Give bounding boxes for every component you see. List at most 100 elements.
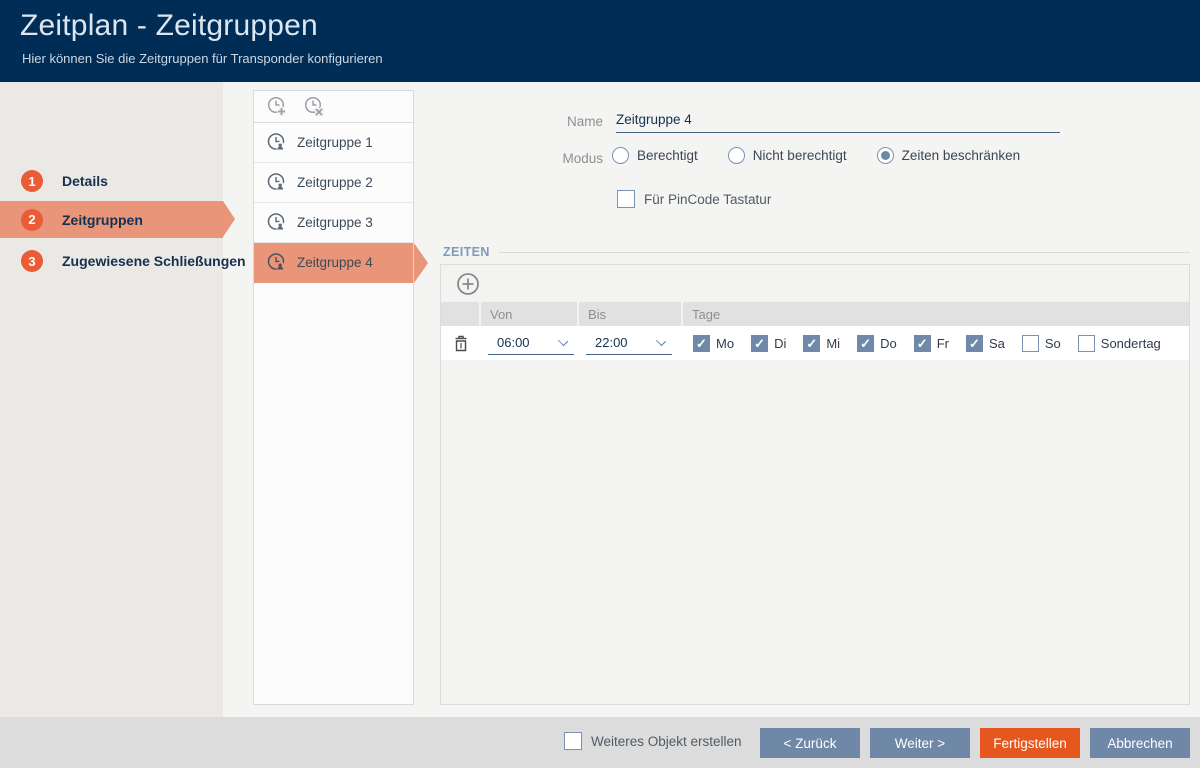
- name-field-label: Name: [500, 114, 603, 129]
- clock-user-icon: [266, 252, 287, 273]
- create-another-checkbox[interactable]: Weiteres Objekt erstellen: [564, 732, 742, 750]
- list-item-label: Zeitgruppe 1: [297, 135, 373, 150]
- step-number-badge: 2: [21, 209, 43, 231]
- list-item-zeitgruppe-1[interactable]: Zeitgruppe 1: [254, 123, 413, 163]
- list-item-zeitgruppe-2[interactable]: Zeitgruppe 2: [254, 163, 413, 203]
- footer-bar: Weiteres Objekt erstellen < Zurück Weite…: [0, 717, 1200, 768]
- checkbox-box: [617, 190, 635, 208]
- day-label: So: [1045, 336, 1061, 351]
- radio-label: Zeiten beschränken: [902, 148, 1021, 163]
- modus-field-label: Modus: [500, 151, 603, 166]
- checkbox-box: [914, 335, 931, 352]
- day-checkbox-mo[interactable]: Mo: [693, 335, 734, 352]
- page-subtitle: Hier können Sie die Zeitgruppen für Tran…: [22, 51, 383, 66]
- radio-circle: [612, 147, 629, 164]
- plus-circle-icon: [456, 272, 480, 296]
- next-button[interactable]: Weiter >: [870, 728, 970, 758]
- section-divider: [499, 252, 1190, 253]
- pincode-checkbox[interactable]: Für PinCode Tastatur: [617, 190, 771, 208]
- step-label: Zugewiesene Schließungen: [62, 253, 246, 269]
- name-input[interactable]: Zeitgruppe 4: [616, 109, 1060, 133]
- clock-x-icon: [303, 95, 326, 118]
- checkbox-box: [564, 732, 582, 750]
- step-label: Zeitgruppen: [62, 212, 143, 228]
- day-checkbox-sondertag[interactable]: Sondertag: [1078, 335, 1161, 352]
- cancel-button[interactable]: Abbrechen: [1090, 728, 1190, 758]
- add-timegroup-button[interactable]: [265, 95, 289, 119]
- day-checkbox-fr[interactable]: Fr: [914, 335, 949, 352]
- clock-plus-icon: [266, 95, 289, 118]
- zeiten-toolbar: [441, 265, 1189, 302]
- table-header-row: Von Bis Tage: [441, 302, 1189, 326]
- wizard-step-details[interactable]: 1 Details: [0, 166, 223, 196]
- delete-time-row-button[interactable]: [453, 334, 469, 353]
- day-checkbox-so[interactable]: So: [1022, 335, 1061, 352]
- bis-time-value: 22:00: [595, 335, 628, 350]
- timegroup-list-panel: Zeitgruppe 1 Zeitgruppe 2 Zeitgruppe 3: [253, 90, 414, 705]
- bis-time-dropdown[interactable]: 22:00: [586, 331, 672, 355]
- column-header-bis: Bis: [579, 302, 683, 326]
- step-number-badge: 3: [21, 250, 43, 272]
- trash-icon: [453, 334, 469, 353]
- radio-circle: [728, 147, 745, 164]
- von-time-value: 06:00: [497, 335, 530, 350]
- column-header-von: Von: [481, 302, 579, 326]
- zeiten-section-title: ZEITEN: [443, 245, 490, 259]
- chevron-down-icon: [558, 336, 568, 346]
- list-item-zeitgruppe-3[interactable]: Zeitgruppe 3: [254, 203, 413, 243]
- von-time-dropdown[interactable]: 06:00: [488, 331, 574, 355]
- checkbox-box: [693, 335, 710, 352]
- add-time-row-button[interactable]: [455, 271, 481, 297]
- step-label: Details: [62, 173, 108, 189]
- wizard-step-zeitgruppen[interactable]: 2 Zeitgruppen: [0, 201, 223, 238]
- back-button[interactable]: < Zurück: [760, 728, 860, 758]
- day-label: Do: [880, 336, 897, 351]
- radio-berechtigt[interactable]: Berechtigt: [612, 147, 698, 164]
- list-item-label: Zeitgruppe 3: [297, 215, 373, 230]
- day-checkbox-di[interactable]: Di: [751, 335, 786, 352]
- radio-circle: [877, 147, 894, 164]
- day-label: Mi: [826, 336, 840, 351]
- delete-timegroup-button[interactable]: [302, 95, 326, 119]
- checkbox-box: [1078, 335, 1095, 352]
- page-title: Zeitplan - Zeitgruppen: [20, 9, 318, 43]
- clock-user-icon: [266, 172, 287, 193]
- radio-label: Berechtigt: [637, 148, 698, 163]
- checkbox-box: [751, 335, 768, 352]
- day-checkbox-group: Mo Di Mi Do Fr Sa: [683, 335, 1189, 352]
- radio-label: Nicht berechtigt: [753, 148, 847, 163]
- day-checkbox-do[interactable]: Do: [857, 335, 897, 352]
- wizard-sidebar: 1 Details 2 Zeitgruppen 3 Zugewiesene Sc…: [0, 82, 223, 717]
- table-row: 06:00 22:00 Mo Di Mi: [441, 326, 1189, 360]
- checkbox-box: [803, 335, 820, 352]
- timegroup-list-toolbar: [254, 91, 413, 123]
- day-label: Sa: [989, 336, 1005, 351]
- finish-button[interactable]: Fertigstellen: [980, 728, 1080, 758]
- column-header-actions: [441, 302, 481, 326]
- chevron-down-icon: [656, 336, 666, 346]
- day-label: Sondertag: [1101, 336, 1161, 351]
- list-item-label: Zeitgruppe 2: [297, 175, 373, 190]
- list-item-label: Zeitgruppe 4: [297, 255, 373, 270]
- radio-nicht-berechtigt[interactable]: Nicht berechtigt: [728, 147, 847, 164]
- wizard-step-schliessungen[interactable]: 3 Zugewiesene Schließungen: [0, 246, 223, 276]
- clock-user-icon: [266, 212, 287, 233]
- zeiten-table-panel: Von Bis Tage 06:00 22:00: [440, 264, 1190, 705]
- checkbox-label: Für PinCode Tastatur: [644, 192, 771, 207]
- day-checkbox-sa[interactable]: Sa: [966, 335, 1005, 352]
- column-header-tage: Tage: [683, 302, 1189, 326]
- radio-zeiten-beschraenken[interactable]: Zeiten beschränken: [877, 147, 1021, 164]
- day-label: Di: [774, 336, 786, 351]
- day-label: Mo: [716, 336, 734, 351]
- checkbox-label: Weiteres Objekt erstellen: [591, 734, 742, 749]
- checkbox-box: [1022, 335, 1039, 352]
- wizard-header: Zeitplan - Zeitgruppen Hier können Sie d…: [0, 0, 1200, 82]
- modus-radio-group: Berechtigt Nicht berechtigt Zeiten besch…: [612, 147, 1020, 164]
- step-number-badge: 1: [21, 170, 43, 192]
- day-label: Fr: [937, 336, 949, 351]
- checkbox-box: [966, 335, 983, 352]
- list-item-zeitgruppe-4[interactable]: Zeitgruppe 4: [254, 243, 413, 283]
- checkbox-box: [857, 335, 874, 352]
- clock-user-icon: [266, 132, 287, 153]
- day-checkbox-mi[interactable]: Mi: [803, 335, 840, 352]
